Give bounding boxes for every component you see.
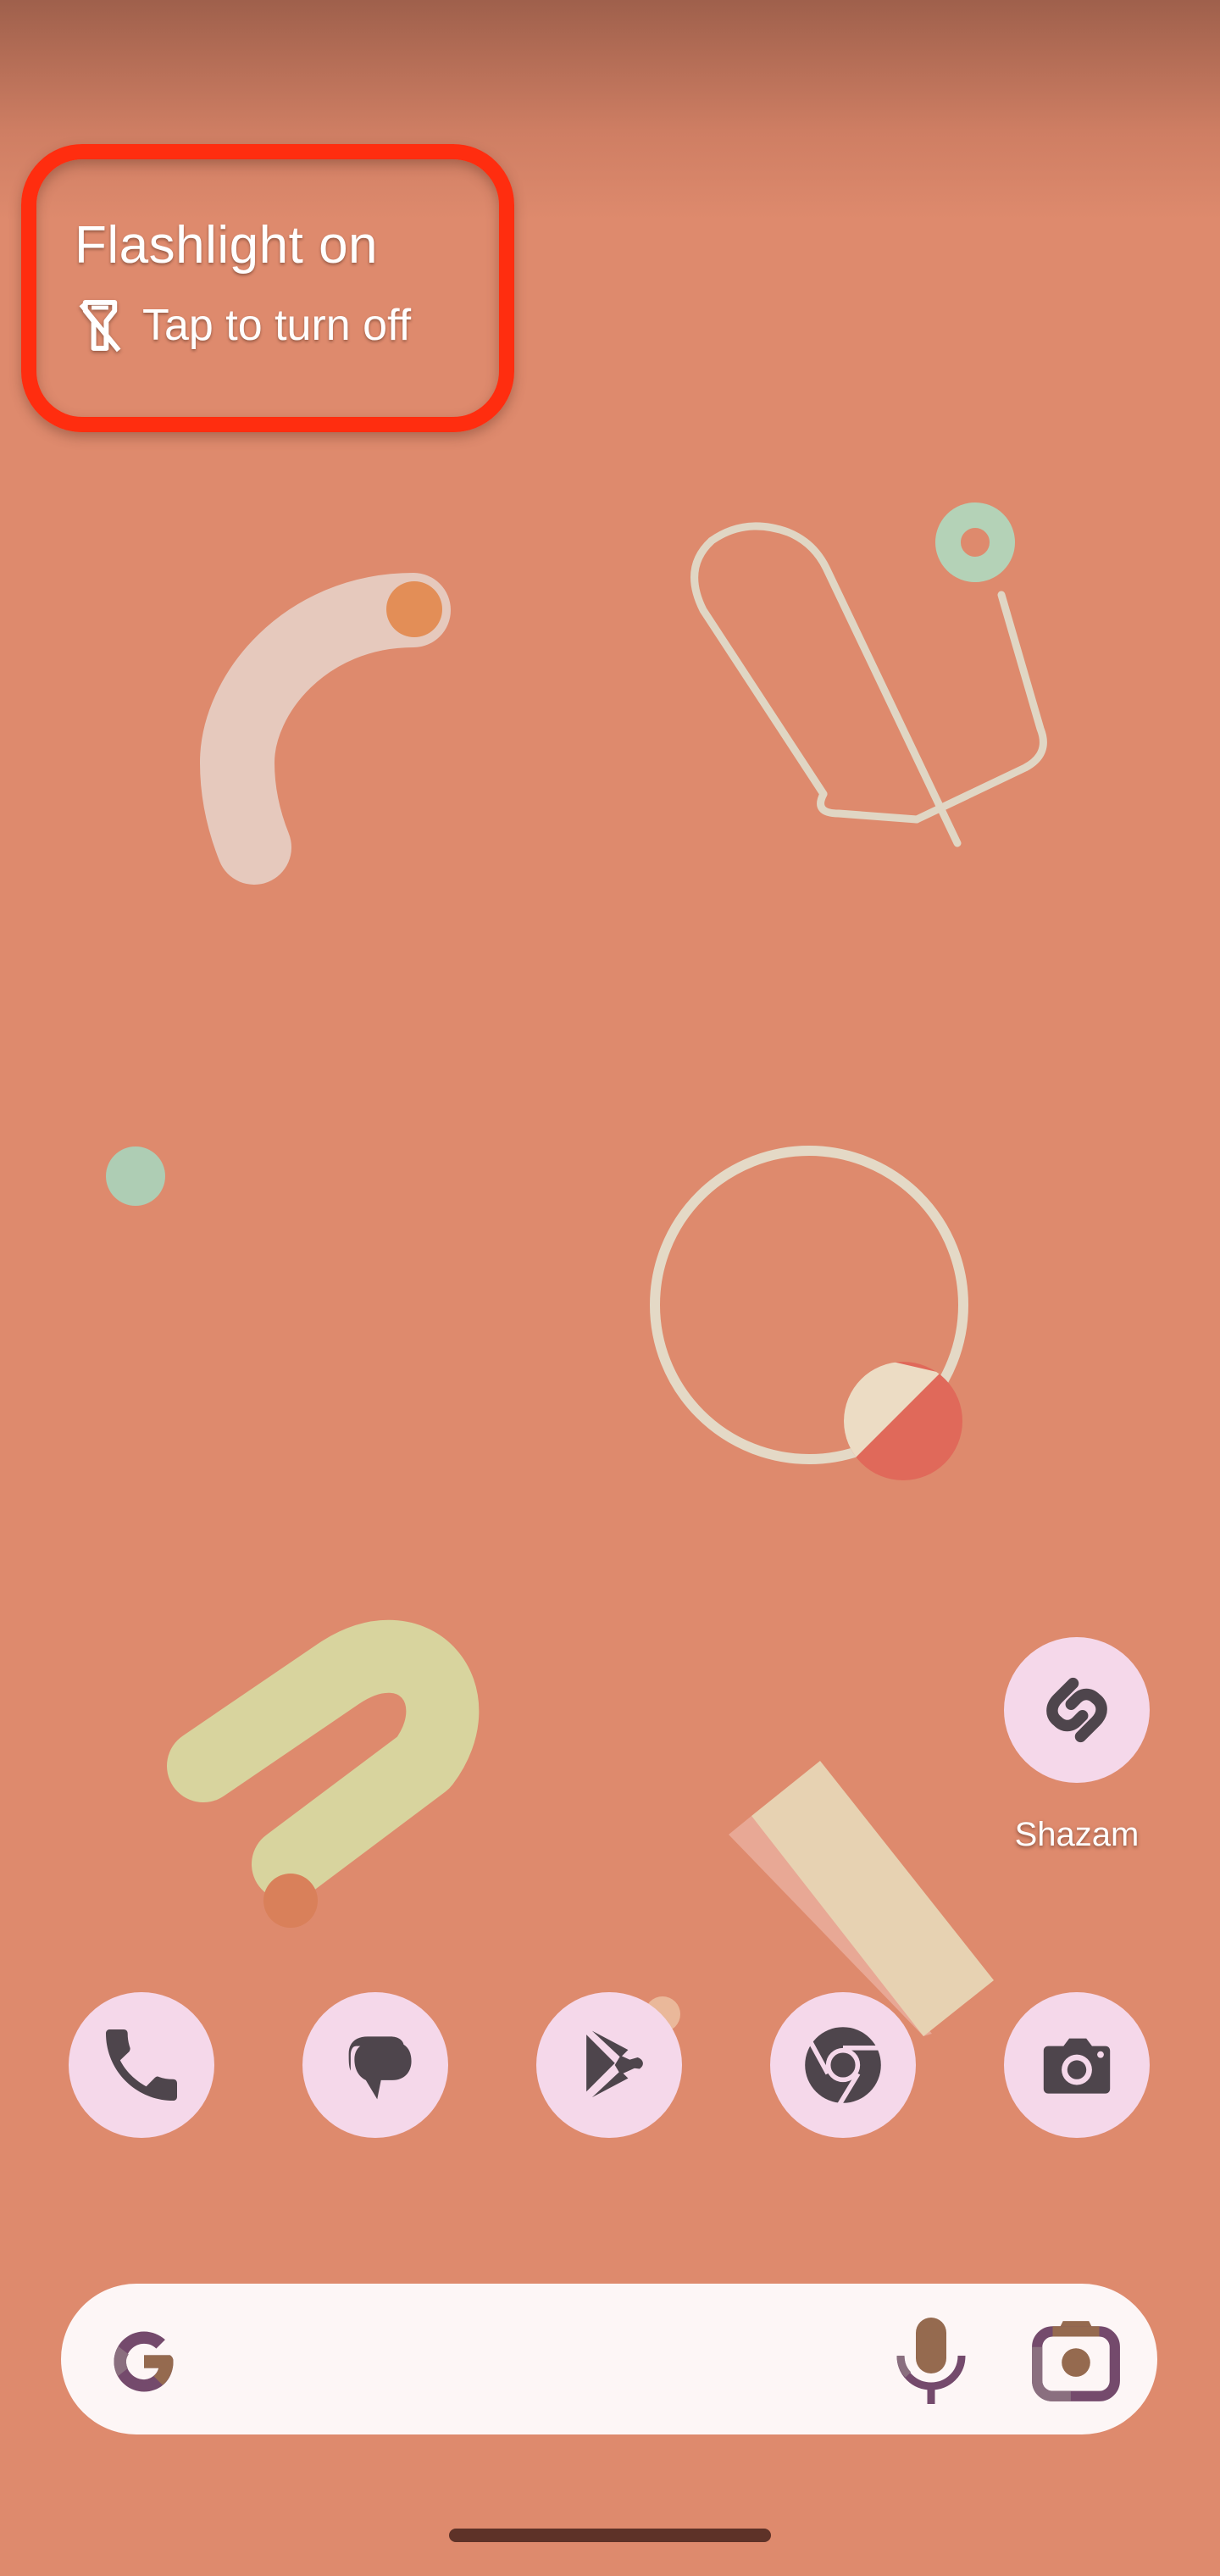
wallpaper-green-ring [935,502,1015,582]
microphone-icon[interactable] [893,2314,969,2407]
messages-icon [348,2036,412,2100]
wallpaper-rect-shape [751,1761,994,2036]
wallpaper-orange-dot [386,581,442,637]
chrome-icon [805,2027,881,2107]
dock-camera[interactable] [1004,1992,1150,2138]
wallpaper-green-dot [106,1146,165,1206]
app-shazam[interactable] [1004,1637,1150,1783]
shazam-icon [1046,1677,1107,1743]
dock-phone[interactable] [69,1992,214,2138]
turn-off-action[interactable]: Tap to turn off [75,298,515,353]
phone-icon [106,2029,177,2101]
google-g-icon [114,2331,174,2392]
dock-play-store[interactable] [536,1992,682,2138]
camera-icon [1043,2038,1111,2094]
play-store-icon [586,2030,643,2098]
notification-title: Flashlight on [75,216,379,275]
flashlight-off-icon [79,299,121,353]
flashlight-notification[interactable]: Flashlight on Tap to turn off [75,212,515,353]
google-lens-icon[interactable] [1029,2318,1123,2402]
wallpaper-arc-shape [199,573,451,885]
home-indicator[interactable] [449,2529,771,2542]
dock-chrome[interactable] [770,1992,916,2138]
wallpaper-hook-dot [263,1874,318,1928]
notification-action-text: Tap to turn off [142,301,412,350]
wallpaper-hook-shape [167,1619,480,1901]
google-search-bar[interactable] [61,2284,1157,2434]
dock-messages[interactable] [302,1992,448,2138]
app-label-shazam: Shazam [1014,1816,1140,1853]
